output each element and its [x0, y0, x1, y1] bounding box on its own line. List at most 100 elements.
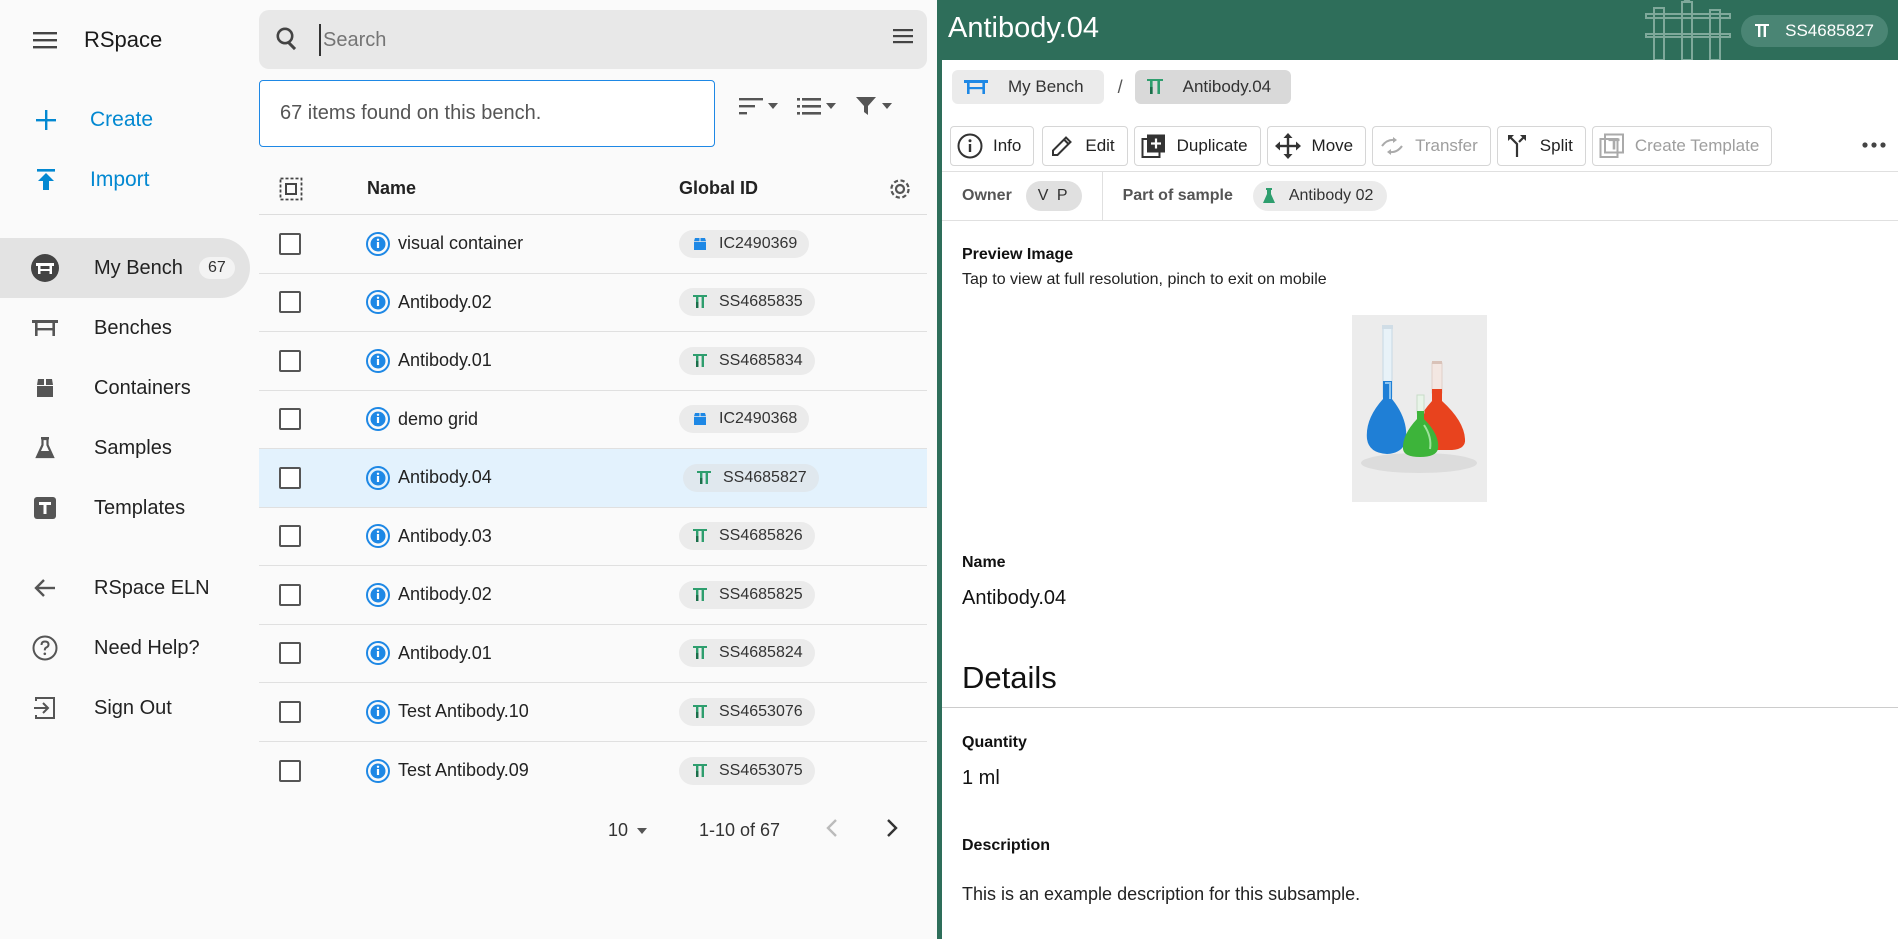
info-icon[interactable] — [366, 348, 390, 373]
table-row[interactable]: Antibody.03 SS4685826 — [259, 508, 927, 566]
search-options-icon[interactable] — [893, 28, 913, 49]
info-button[interactable]: Info — [950, 126, 1035, 166]
column-header-name[interactable]: Name — [367, 178, 416, 199]
table-settings-icon[interactable] — [887, 176, 913, 207]
table-row-selected[interactable]: Antibody.04 SS4685827 — [259, 449, 927, 508]
preview-image-label: Preview Image — [962, 246, 1074, 263]
move-label: Move — [1311, 136, 1354, 155]
row-checkbox[interactable] — [279, 759, 301, 782]
info-icon[interactable] — [366, 290, 390, 315]
info-icon[interactable] — [366, 758, 390, 783]
row-name[interactable]: Antibody.02 — [398, 584, 492, 605]
view-list-button[interactable] — [797, 97, 837, 115]
column-header-global-id[interactable]: Global ID — [679, 178, 758, 199]
row-name[interactable]: Antibody.01 — [398, 350, 492, 371]
row-checkbox[interactable] — [279, 291, 301, 314]
table-row[interactable]: Antibody.02 SS4685835 — [259, 274, 927, 332]
info-icon[interactable] — [366, 231, 390, 256]
row-name[interactable]: Antibody.02 — [398, 292, 492, 313]
global-id-chip[interactable]: SS4685825 — [679, 580, 815, 609]
global-id-chip[interactable]: SS4653076 — [679, 697, 815, 726]
create-template-button[interactable]: Create Template — [1591, 126, 1773, 166]
owner-chip[interactable]: V P — [1025, 181, 1082, 211]
detail-global-id-chip[interactable]: SS4685827 — [1741, 15, 1888, 47]
select-all-icon[interactable] — [279, 177, 303, 206]
row-name[interactable]: Antibody.01 — [398, 643, 492, 664]
row-checkbox[interactable] — [279, 642, 301, 665]
detail-global-id-text: SS4685827 — [1785, 21, 1874, 40]
transfer-button[interactable]: Transfer — [1372, 126, 1491, 166]
table-row[interactable]: Test Antibody.10 SS4653076 — [259, 683, 927, 742]
table-row[interactable]: demo grid IC2490368 — [259, 391, 927, 449]
table-row[interactable]: Test Antibody.09 SS4653075 — [259, 742, 927, 801]
info-icon[interactable] — [366, 641, 390, 666]
table-row[interactable]: visual container IC2490369 — [259, 215, 927, 274]
sidebar-item-samples[interactable]: Samples — [0, 418, 250, 478]
move-button[interactable]: Move — [1266, 126, 1367, 166]
sort-button[interactable] — [739, 97, 779, 115]
parent-sample-chip[interactable]: Antibody 02 — [1252, 181, 1388, 211]
row-checkbox[interactable] — [279, 408, 301, 431]
previous-page-button[interactable] — [825, 818, 839, 843]
breadcrumb-my-bench[interactable]: My Bench — [952, 70, 1104, 104]
table-row[interactable]: Antibody.02 SS4685825 — [259, 566, 927, 625]
sidebar-item-benches[interactable]: Benches — [0, 298, 250, 358]
info-icon[interactable] — [366, 524, 390, 549]
table-row[interactable]: Antibody.01 SS4685834 — [259, 332, 927, 391]
import-button[interactable]: Import — [0, 150, 250, 210]
global-id-chip[interactable]: SS4653075 — [679, 756, 815, 785]
row-checkbox[interactable] — [279, 232, 301, 255]
row-checkbox[interactable] — [279, 466, 301, 489]
split-button[interactable]: Split — [1496, 126, 1586, 166]
sidebar-item-label: Samples — [94, 436, 172, 459]
sidebar-item-my-bench[interactable]: My Bench 67 — [0, 238, 250, 298]
row-name[interactable]: visual container — [398, 233, 523, 254]
global-id-chip[interactable]: SS4685835 — [679, 288, 815, 317]
sidebar-item-rspace-eln[interactable]: RSpace ELN — [0, 558, 250, 618]
duplicate-button[interactable]: Duplicate — [1133, 126, 1261, 166]
table-body: visual container IC2490369 Antibody.02 S… — [259, 215, 927, 800]
sidebar-item-containers[interactable]: Containers — [0, 358, 250, 418]
sidebar-item-need-help[interactable]: Need Help? — [0, 618, 250, 678]
row-name[interactable]: demo grid — [398, 409, 478, 430]
global-id-chip[interactable]: SS4685826 — [679, 522, 815, 551]
row-checkbox[interactable] — [279, 583, 301, 606]
breadcrumb-label: My Bench — [1008, 77, 1084, 96]
next-page-button[interactable] — [885, 818, 899, 843]
global-id-chip[interactable]: IC2490369 — [679, 229, 810, 258]
pagination: 10 1-10 of 67 — [259, 812, 927, 852]
flask-icon — [30, 433, 60, 463]
hamburger-menu-icon[interactable] — [30, 25, 60, 55]
info-label: Info — [993, 136, 1022, 155]
row-name[interactable]: Test Antibody.09 — [398, 760, 529, 781]
info-icon[interactable] — [366, 699, 390, 724]
global-id-chip[interactable]: SS4685827 — [683, 463, 819, 492]
edit-button[interactable]: Edit — [1042, 126, 1128, 166]
global-id-chip[interactable]: IC2490368 — [679, 405, 810, 434]
row-name[interactable]: Antibody.03 — [398, 526, 492, 547]
info-icon[interactable] — [366, 582, 390, 607]
row-checkbox[interactable] — [279, 525, 301, 548]
global-id-text: SS4685827 — [723, 468, 807, 486]
filter-button[interactable] — [855, 96, 893, 116]
create-label: Create — [90, 108, 154, 131]
more-options-icon[interactable] — [1862, 136, 1886, 154]
table-row[interactable]: Antibody.01 SS4685824 — [259, 625, 927, 683]
upload-icon — [32, 166, 60, 194]
breadcrumb-current[interactable]: Antibody.04 — [1134, 70, 1292, 104]
row-checkbox[interactable] — [279, 349, 301, 372]
search-input[interactable] — [319, 24, 839, 56]
row-checkbox[interactable] — [279, 700, 301, 723]
sidebar-nav: My Bench 67 Benches Containers Samples T… — [0, 238, 250, 738]
info-icon[interactable] — [366, 407, 390, 432]
page-size-select[interactable]: 10 — [608, 820, 648, 841]
row-name[interactable]: Test Antibody.10 — [398, 701, 529, 722]
create-button[interactable]: Create — [0, 90, 250, 150]
global-id-chip[interactable]: SS4685834 — [679, 346, 815, 375]
row-name[interactable]: Antibody.04 — [398, 467, 492, 488]
info-icon[interactable] — [366, 465, 390, 490]
preview-image[interactable] — [1352, 315, 1487, 502]
sidebar-item-sign-out[interactable]: Sign Out — [0, 678, 250, 738]
sidebar-item-templates[interactable]: Templates — [0, 478, 250, 538]
global-id-chip[interactable]: SS4685824 — [679, 639, 815, 668]
